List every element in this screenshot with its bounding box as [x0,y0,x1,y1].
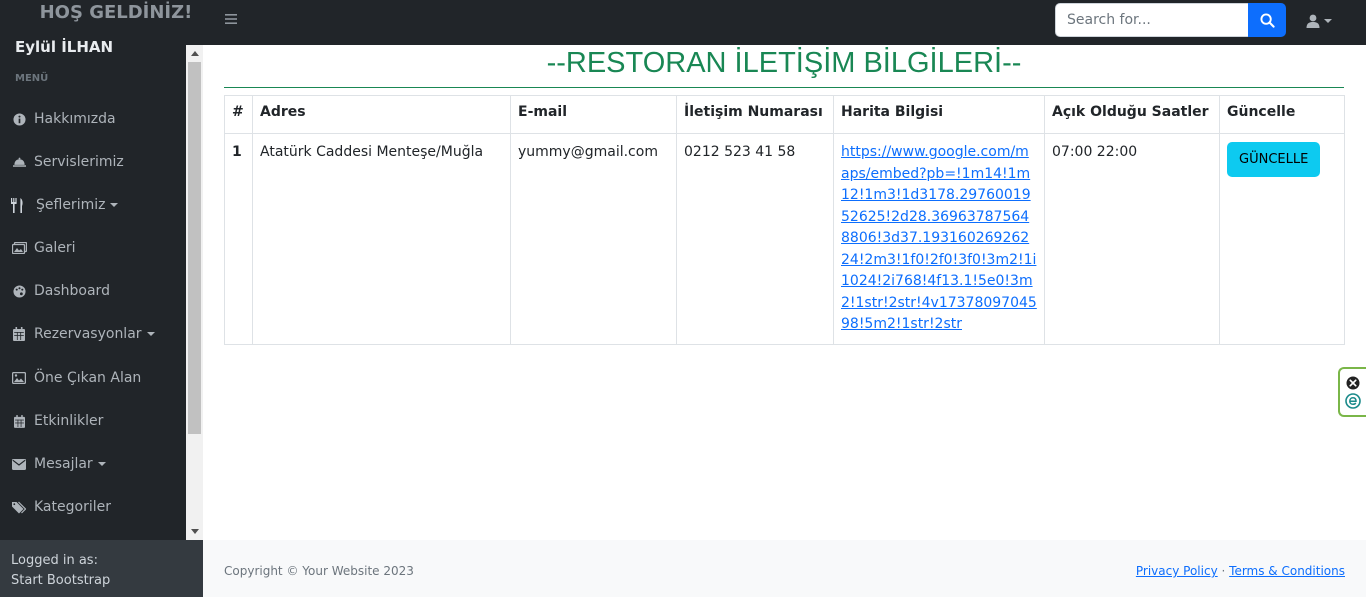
sidebar-footer: Logged in as: Start Bootstrap [0,540,203,597]
footer-separator: · [1221,564,1226,578]
sidebar-item-etkinlikler[interactable]: Etkinlikler [0,404,186,438]
sidebar-user-name: Eylül İLHAN [15,38,114,56]
brand-title[interactable]: HOŞ GELDİNİZ! [0,0,232,28]
sidebar-item-galeri[interactable]: Galeri [0,231,186,265]
tags-icon [8,501,30,514]
calendar-small-icon [8,414,30,428]
sidebar-item-label: Şeflerimiz [36,197,106,213]
address-cell: Atatürk Caddesi Menteşe/Muğla [252,133,511,345]
cloche-icon [8,157,30,168]
contact-info-table: # Adres E-mail İletişim Numarası Harita … [224,95,1345,345]
sidebar-item-label: Servislerimiz [34,154,124,170]
footer-links: Privacy Policy · Terms & Conditions [1136,564,1345,578]
arrow-down-icon [190,528,199,534]
sidebar-item-label: Hakkımızda [34,111,116,127]
scroll-down-button[interactable] [186,523,203,539]
map-cell: https://www.google.com/maps/embed?pb=!1m… [833,133,1045,345]
email-cell: yummy@gmail.com [510,133,677,345]
map-link[interactable]: https://www.google.com/maps/embed?pb=!1m… [841,144,1037,332]
sidebar-item-label: Etkinlikler [34,413,104,429]
sidebar-item-label: Kategoriler [34,499,111,515]
column-header: Güncelle [1219,95,1345,134]
search-button[interactable] [1248,3,1286,37]
sidebar-item-hakkimizda[interactable]: Hakkımızda [0,102,186,136]
sidebar-item-kategoriler[interactable]: Kategoriler [0,490,186,524]
scroll-up-button[interactable] [186,45,203,61]
row-id: 1 [224,133,253,345]
column-header: # [224,95,253,134]
palette-icon [8,284,30,298]
extension-logo-icon[interactable] [1345,392,1361,409]
chevron-down-icon [110,203,119,207]
page-title: --RESTORAN İLETİŞİM BİLGİLERİ-- [546,47,1022,79]
chevron-down-icon [146,332,155,336]
sidebar-item-servislerimiz[interactable]: Servislerimiz [0,145,186,179]
logged-in-label: Logged in as: [11,553,98,568]
arrow-up-icon [190,50,199,56]
sidebar: Eylül İLHAN MENÜ Hakkımızda Servislerimi… [0,28,203,597]
page-footer: Copyright © Your Website 2023 Privacy Po… [203,540,1366,597]
column-header: E-mail [510,95,677,134]
search-input[interactable] [1055,3,1248,37]
calendar-icon [8,327,30,341]
image-icon [8,372,30,384]
table-header-row: # Adres E-mail İletişim Numarası Harita … [224,95,1345,134]
update-button[interactable]: GÜNCELLE [1227,142,1321,177]
sidebar-item-one-cikan-alan[interactable]: Öne Çıkan Alan [0,361,186,395]
sidebar-item-label: Galeri [34,240,76,256]
sidebar-item-dashboard[interactable]: Dashboard [0,274,186,308]
user-dropdown[interactable] [1306,10,1340,32]
search-form [1055,3,1286,37]
search-icon [1259,12,1275,28]
logged-in-user: Start Bootstrap [11,573,111,588]
terms-link[interactable]: Terms & Conditions [1229,564,1345,578]
sidebar-menu-heading: MENÜ [15,73,49,84]
column-header: İletişim Numarası [676,95,834,134]
sidebar-item-label: Rezervasyonlar [34,326,142,342]
table-row: 1 Atatürk Caddesi Menteşe/Muğla yummy@gm… [224,133,1345,345]
images-icon [8,242,30,254]
info-icon [8,112,30,126]
sidebar-item-mesajlar[interactable]: Mesajlar [0,447,186,481]
scrollbar-thumb[interactable] [188,62,201,434]
extension-widget [1338,367,1366,417]
sidebar-item-seflerimiz[interactable]: Şeflerimiz [0,188,186,222]
phone-cell: 0212 523 41 58 [676,133,834,345]
sidebar-item-label: Dashboard [34,283,110,299]
utensils-icon [6,197,28,213]
close-icon[interactable] [1346,376,1360,390]
chevron-down-icon [97,462,106,466]
hours-cell: 07:00 22:00 [1044,133,1220,345]
copyright-text: Copyright © Your Website 2023 [224,564,414,578]
column-header: Harita Bilgisi [833,95,1045,134]
column-header: Adres [252,95,511,134]
chevron-down-icon [1324,19,1332,23]
update-cell: GÜNCELLE [1219,133,1345,345]
sidebar-item-label: Mesajlar [34,456,93,472]
privacy-policy-link[interactable]: Privacy Policy [1136,564,1218,578]
envelope-icon [8,458,30,470]
title-divider [224,87,1344,88]
sidebar-item-label: Öne Çıkan Alan [34,370,142,386]
sidebar-item-rezervasyonlar[interactable]: Rezervasyonlar [0,317,186,351]
main-content: --RESTORAN İLETİŞİM BİLGİLERİ-- # Adres … [203,45,1366,540]
column-header: Açık Olduğu Saatler [1044,95,1220,134]
user-icon [1306,14,1320,28]
sidebar-menu: Eylül İLHAN MENÜ Hakkımızda Servislerimi… [0,28,186,540]
